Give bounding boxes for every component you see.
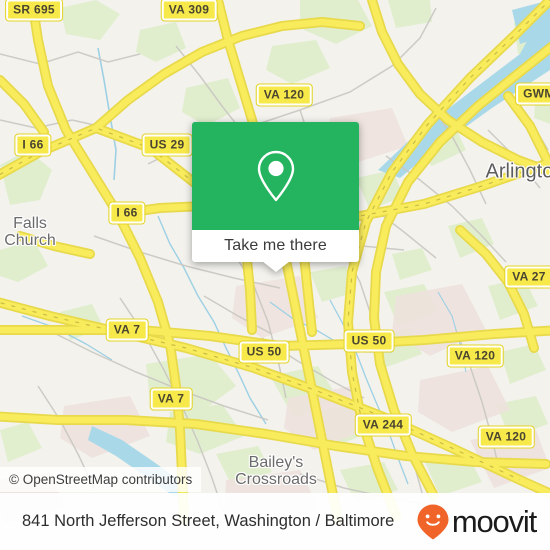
moovit-smiley-pin-icon bbox=[417, 504, 449, 539]
road-shield-label: VA 120 bbox=[477, 425, 535, 449]
road-shield: US 50 bbox=[238, 340, 290, 364]
bottom-info-bar: 841 North Jefferson Street, Washington /… bbox=[0, 493, 550, 550]
road-shield-label: VA 120 bbox=[446, 344, 504, 368]
road-shield: GWMP bbox=[515, 82, 550, 106]
road-shield: VA 7 bbox=[149, 387, 193, 411]
road-shield-label: VA 309 bbox=[160, 0, 218, 22]
road-shield-label: US 50 bbox=[238, 340, 290, 364]
road-shield: US 50 bbox=[343, 329, 395, 353]
road-shield-label: I 66 bbox=[14, 133, 52, 157]
road-shield-label: VA 120 bbox=[255, 83, 313, 107]
map-pin-icon bbox=[257, 150, 294, 202]
road-shield: I 66 bbox=[14, 133, 52, 157]
place-label: Bailey's Crossroads bbox=[235, 454, 317, 488]
road-shield: VA 244 bbox=[354, 413, 412, 437]
road-shield-label: SR 695 bbox=[5, 0, 63, 22]
popup-action-bar[interactable]: Take me there bbox=[192, 230, 359, 262]
location-popup-card[interactable]: Take me there bbox=[192, 122, 359, 272]
road-shield-label: VA 7 bbox=[105, 318, 149, 342]
take-me-there-label: Take me there bbox=[224, 237, 327, 254]
road-shield-label: VA 244 bbox=[354, 413, 412, 437]
road-shield-label: VA 7 bbox=[149, 387, 193, 411]
road-shield: VA 27 bbox=[504, 265, 550, 289]
road-shield: I 66 bbox=[108, 201, 146, 225]
place-label: Arlington bbox=[485, 160, 550, 183]
road-shield: US 29 bbox=[141, 133, 193, 157]
osm-attribution[interactable]: © OpenStreetMap contributors bbox=[0, 467, 202, 492]
road-shield: VA 120 bbox=[446, 344, 504, 368]
road-shield: VA 309 bbox=[160, 0, 218, 22]
road-shield: SR 695 bbox=[5, 0, 63, 22]
popup-pointer-tail bbox=[261, 261, 290, 272]
moovit-wordmark: moovit bbox=[451, 504, 537, 539]
road-shield-label: VA 27 bbox=[504, 265, 550, 289]
moovit-brand[interactable]: moovit bbox=[416, 503, 537, 541]
road-shield-label: US 50 bbox=[343, 329, 395, 353]
road-shield-label: GWMP bbox=[515, 82, 550, 106]
popup-header bbox=[192, 122, 359, 230]
osm-attribution-text: © OpenStreetMap contributors bbox=[9, 472, 193, 487]
road-shield: VA 120 bbox=[255, 83, 313, 107]
road-shield: VA 7 bbox=[105, 318, 149, 342]
road-shield-label: I 66 bbox=[108, 201, 146, 225]
road-shield-label: US 29 bbox=[141, 133, 193, 157]
address-label: 841 North Jefferson Street, Washington /… bbox=[22, 512, 395, 530]
place-label: Falls Church bbox=[4, 215, 56, 249]
map-screenshot: SR 695 VA 309 VA 120 GWMP I 66 US 29 I 66 VA 27… bbox=[0, 0, 550, 550]
road-shield: VA 120 bbox=[477, 425, 535, 449]
